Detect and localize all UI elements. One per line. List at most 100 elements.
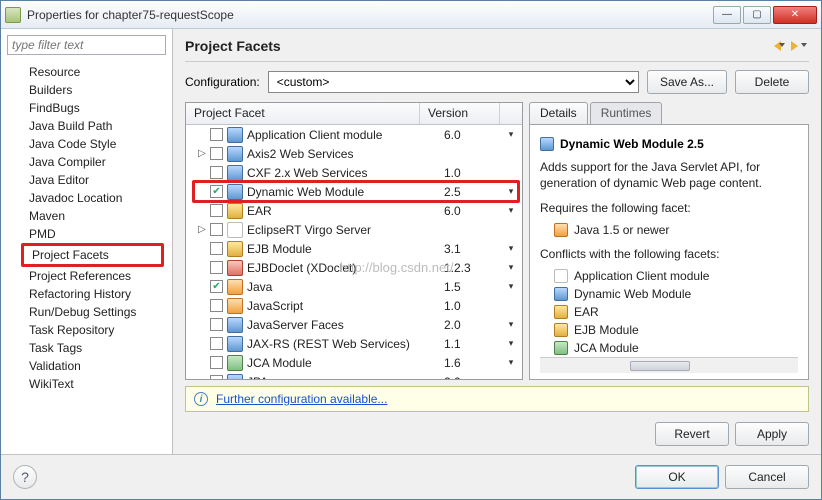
filter-box [7,35,166,55]
version-dropdown-icon[interactable]: ▾ [500,186,522,197]
facet-label: EclipseRT Virgo Server [247,223,444,237]
window-icon [5,7,21,23]
sidebar-item-task-tags[interactable]: Task Tags [1,339,172,357]
facet-row[interactable]: CXF 2.x Web Services1.0 [186,163,522,182]
version-dropdown-icon[interactable]: ▾ [500,338,522,349]
sidebar-item-java-editor[interactable]: Java Editor [1,171,172,189]
sidebar-item-findbugs[interactable]: FindBugs [1,99,172,117]
facet-label: EJBDoclet (XDoclet) [247,261,444,275]
facet-row[interactable]: Application Client module6.0▾ [186,125,522,144]
sidebar-item-wikitext[interactable]: WikiText [1,375,172,393]
version-dropdown-icon[interactable]: ▾ [500,319,522,330]
facet-row[interactable]: ✔Java1.5▾ [186,277,522,296]
info-icon: i [194,392,208,406]
facet-checkbox[interactable] [210,223,223,236]
minimize-button[interactable]: — [713,6,741,24]
facet-version: 2.5 [444,185,500,199]
col-dropdown [500,103,522,124]
close-button[interactable]: ✕ [773,6,817,24]
facet-version: 3.1 [444,242,500,256]
facet-checkbox[interactable] [210,204,223,217]
sidebar-item-java-build-path[interactable]: Java Build Path [1,117,172,135]
configuration-select[interactable]: <custom> [268,71,639,93]
footer: ? OK Cancel [1,454,821,499]
horizontal-scrollbar[interactable] [540,357,798,373]
facet-icon [554,305,568,319]
tab-details[interactable]: Details [529,102,588,124]
facet-row[interactable]: JavaScript1.0 [186,296,522,315]
tab-runtimes[interactable]: Runtimes [590,102,663,124]
facet-checkbox[interactable] [210,318,223,331]
facet-checkbox[interactable] [210,337,223,350]
filter-input[interactable] [7,35,166,55]
sidebar-item-pmd[interactable]: PMD [1,225,172,243]
version-dropdown-icon[interactable]: ▾ [500,243,522,254]
delete-button[interactable]: Delete [735,70,809,94]
expand-icon[interactable]: ▷ [196,224,208,235]
facet-row[interactable]: EAR6.0▾ [186,201,522,220]
sidebar-item-java-compiler[interactable]: Java Compiler [1,153,172,171]
facet-icon [227,374,243,380]
sidebar-item-javadoc-location[interactable]: Javadoc Location [1,189,172,207]
revert-button[interactable]: Revert [655,422,729,446]
version-dropdown-icon[interactable]: ▾ [500,357,522,368]
sidebar-item-task-repository[interactable]: Task Repository [1,321,172,339]
apply-button[interactable]: Apply [735,422,809,446]
sidebar-item-maven[interactable]: Maven [1,207,172,225]
facet-checkbox[interactable] [210,299,223,312]
maximize-button[interactable]: ▢ [743,6,771,24]
detail-desc: Adds support for the Java Servlet API, f… [540,159,798,191]
sidebar-item-project-references[interactable]: Project References [1,267,172,285]
sidebar-item-java-code-style[interactable]: Java Code Style [1,135,172,153]
facet-row[interactable]: JCA Module1.6▾ [186,353,522,372]
facet-checkbox[interactable] [210,128,223,141]
facet-row[interactable]: ▷Axis2 Web Services [186,144,522,163]
sidebar-item-run-debug-settings[interactable]: Run/Debug Settings [1,303,172,321]
list-item: Java 1.5 or newer [554,221,798,239]
sidebar-item-project-facets[interactable]: Project Facets [21,243,164,267]
content-area: Project Facets Configuration: <custom> S… [173,29,821,454]
cancel-button[interactable]: Cancel [725,465,809,489]
version-dropdown-icon[interactable]: ▾ [500,376,522,379]
facet-checkbox[interactable] [210,147,223,160]
ok-button[interactable]: OK [635,465,719,489]
forward-button[interactable] [789,37,809,55]
version-dropdown-icon[interactable]: ▾ [500,281,522,292]
facet-checkbox[interactable] [210,242,223,255]
col-project-facet[interactable]: Project Facet [186,103,420,124]
save-as-button[interactable]: Save As... [647,70,727,94]
facet-icon [227,241,243,257]
facet-checkbox[interactable] [210,261,223,274]
sidebar-item-refactoring-history[interactable]: Refactoring History [1,285,172,303]
col-version[interactable]: Version [420,103,500,124]
facet-row[interactable]: ▷ EclipseRT Virgo Server [186,220,522,239]
facet-version: 1.5 [444,280,500,294]
facet-checkbox[interactable]: ✔ [210,185,223,198]
list-item: EAR [554,303,798,321]
version-dropdown-icon[interactable]: ▾ [500,205,522,216]
further-config-link[interactable]: Further configuration available... [216,392,387,406]
facet-icon [227,355,243,371]
facet-row[interactable]: JPA2.0▾ [186,372,522,379]
back-button[interactable] [767,37,787,55]
facet-row[interactable]: EJB Module3.1▾ [186,239,522,258]
facet-icon [227,146,243,162]
facet-row[interactable]: JAX-RS (REST Web Services)1.1▾ [186,334,522,353]
help-button[interactable]: ? [13,465,37,489]
version-dropdown-icon[interactable]: ▾ [500,129,522,140]
facet-row[interactable]: JavaServer Faces2.0▾ [186,315,522,334]
facet-row[interactable]: ✔ Dynamic Web Module2.5▾ [186,182,522,201]
list-item: EJB Module [554,321,798,339]
expand-icon[interactable]: ▷ [196,148,208,159]
facet-checkbox[interactable] [210,356,223,369]
facet-checkbox[interactable] [210,375,223,379]
sidebar-item-builders[interactable]: Builders [1,81,172,99]
facet-row[interactable]: EJBDoclet (XDoclet)1.2.3▾ [186,258,522,277]
sidebar-item-validation[interactable]: Validation [1,357,172,375]
sidebar-item-resource[interactable]: Resource [1,63,172,81]
version-dropdown-icon[interactable]: ▾ [500,262,522,273]
facet-checkbox[interactable] [210,166,223,179]
facet-checkbox[interactable]: ✔ [210,280,223,293]
facet-label: Dynamic Web Module [247,185,444,199]
facet-icon [227,203,243,219]
